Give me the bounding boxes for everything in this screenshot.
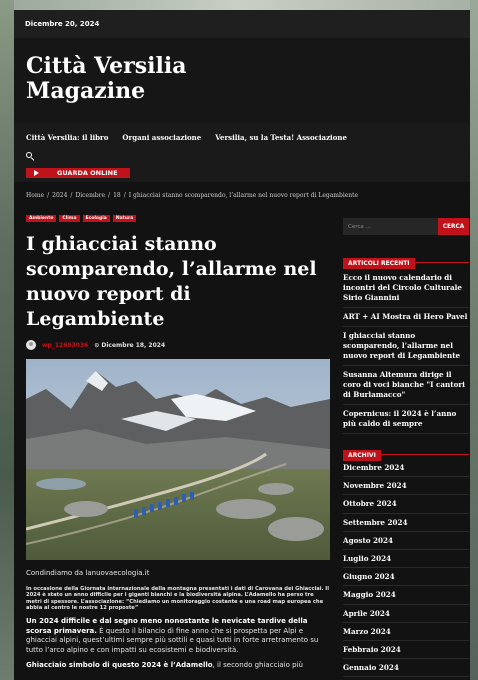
- site-header: Città Versilia Magazine: [14, 38, 470, 122]
- background-photo-right: [470, 0, 478, 680]
- page-container: Dicembre 20, 2024 Città Versilia Magazin…: [14, 10, 470, 680]
- publish-date-text: Dicembre 18, 2024: [101, 341, 166, 349]
- recent-posts-header: ARTICOLI RECENTI: [343, 250, 469, 269]
- main-navigation: Città Versilia: il libro Organi associaz…: [14, 122, 470, 182]
- archive-item[interactable]: Gennaio 2024: [343, 659, 469, 678]
- paragraph-2-text: , il secondo ghiacciaio più: [212, 661, 303, 670]
- article: Ambiente Clima Ecologia Natura I ghiacci…: [26, 215, 331, 671]
- breadcrumb-year[interactable]: 2024: [52, 192, 67, 210]
- search-button[interactable]: CERCA: [438, 218, 469, 235]
- tag-natura[interactable]: Natura: [112, 215, 137, 222]
- breadcrumb-month[interactable]: Dicembre: [75, 192, 105, 210]
- archive-item[interactable]: Giugno 2024: [343, 568, 469, 587]
- article-tags: Ambiente Clima Ecologia Natura: [26, 215, 331, 222]
- breadcrumb-current: I ghiacciai stanno scomparendo, l’allarm…: [128, 192, 359, 199]
- image-caption: Condindiamo da lanuovaecologia.it: [26, 569, 150, 577]
- nav-link-libro[interactable]: Città Versilia: il libro: [26, 133, 108, 142]
- archive-item[interactable]: Febbraio 2024: [343, 641, 469, 660]
- sidebar: CERCA ARTICOLI RECENTI Ecco il nuovo cal…: [343, 218, 469, 678]
- article-lead: In occasione della Giornata internaziona…: [26, 586, 329, 611]
- article-title: I ghiacciai stanno scomparendo, l’allarm…: [26, 233, 317, 330]
- nav-link-associazione[interactable]: Versilia, su la Testa! Associazione: [215, 133, 347, 142]
- publish-date: ⊙ Dicembre 18, 2024: [94, 341, 166, 349]
- hero-image: [26, 359, 330, 560]
- article-meta: wp_12693036 ⊙ Dicembre 18, 2024: [26, 340, 331, 350]
- article-paragraph-2: Ghiacciaio simbolo di questo 2024 è l’Ad…: [26, 661, 331, 671]
- recent-post-item[interactable]: Ecco il nuovo calendario di incontri del…: [343, 269, 469, 308]
- paragraph-2-bold: Ghiacciaio simbolo di questo 2024 è l’Ad…: [26, 661, 213, 670]
- author-avatar: [26, 340, 36, 350]
- recent-posts-title: ARTICOLI RECENTI: [343, 258, 415, 269]
- play-icon: [34, 170, 39, 176]
- archive-item[interactable]: Marzo 2024: [343, 623, 469, 641]
- archives-header: ARCHIVI: [343, 442, 469, 461]
- search-input[interactable]: [343, 218, 438, 235]
- breadcrumb-day[interactable]: 18: [113, 192, 121, 210]
- watch-online-label: GUARDA ONLINE: [57, 169, 118, 177]
- archives-list: Dicembre 2024 Novembre 2024 Ottobre 2024…: [343, 459, 469, 678]
- archive-item[interactable]: Aprile 2024: [343, 605, 469, 623]
- archive-item[interactable]: Dicembre 2024: [343, 459, 469, 478]
- archive-item[interactable]: Settembre 2024: [343, 514, 469, 532]
- nav-link-organi[interactable]: Organi associazione: [122, 133, 201, 142]
- nav-links: Città Versilia: il libro Organi associaz…: [26, 128, 458, 146]
- recent-post-item[interactable]: ART + AI Mostra di Hero Pavel: [343, 308, 469, 327]
- author-link[interactable]: wp_12693036: [42, 342, 88, 349]
- sidebar-search: CERCA: [343, 218, 469, 235]
- archive-item[interactable]: Maggio 2024: [343, 586, 469, 605]
- tag-ecologia[interactable]: Ecologia: [82, 215, 110, 222]
- archive-item[interactable]: Novembre 2024: [343, 477, 469, 496]
- current-date: Dicembre 20, 2024: [25, 20, 100, 28]
- breadcrumb: Home/ 2024/ Dicembre/ 18/ I ghiacciai st…: [14, 182, 470, 210]
- tag-ambiente[interactable]: Ambiente: [26, 215, 57, 222]
- article-paragraph-1: Un 2024 difficile e dal segno meno nonos…: [26, 617, 331, 655]
- top-bar: Dicembre 20, 2024: [14, 10, 470, 38]
- tag-clima[interactable]: Clima: [59, 215, 80, 222]
- breadcrumb-home[interactable]: Home: [26, 192, 44, 210]
- recent-post-item[interactable]: I ghiacciai stanno scomparendo, l’allarm…: [343, 327, 469, 366]
- archive-item[interactable]: Agosto 2024: [343, 532, 469, 550]
- watch-online-button[interactable]: GUARDA ONLINE: [26, 168, 130, 178]
- site-title[interactable]: Città Versilia Magazine: [26, 54, 458, 104]
- site-title-line2[interactable]: Magazine: [26, 79, 458, 104]
- recent-post-item[interactable]: Susanna Altemura dirige il coro di voci …: [343, 366, 469, 405]
- recent-post-item[interactable]: Copernicus: il 2024 è l’anno più caldo d…: [343, 405, 469, 434]
- site-title-line1[interactable]: Città Versilia: [26, 54, 458, 79]
- recent-posts-list: Ecco il nuovo calendario di incontri del…: [343, 269, 469, 434]
- background-photo-left: [0, 0, 14, 680]
- archive-item[interactable]: Luglio 2024: [343, 550, 469, 569]
- archives-title: ARCHIVI: [343, 450, 381, 461]
- search-icon[interactable]: [26, 152, 36, 162]
- archive-item[interactable]: Ottobre 2024: [343, 495, 469, 514]
